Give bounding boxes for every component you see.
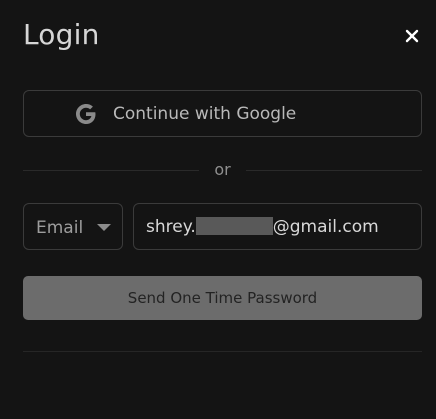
email-input[interactable]: shrey. @gmail.com: [133, 203, 422, 250]
chevron-down-icon: [97, 224, 111, 231]
email-value: shrey. @gmail.com: [146, 217, 379, 237]
continue-with-google-button[interactable]: Continue with Google: [23, 90, 422, 137]
dialog-title: Login: [23, 18, 100, 51]
divider-or-text: or: [214, 160, 231, 179]
close-icon: [405, 29, 419, 43]
send-otp-button[interactable]: Send One Time Password: [23, 276, 422, 320]
email-suffix: @gmail.com: [272, 217, 379, 237]
contact-type-value: Email: [36, 218, 84, 238]
google-icon: [76, 104, 96, 124]
divider-right: [246, 170, 422, 171]
redacted-block: [195, 217, 273, 235]
footer-divider: [23, 351, 422, 352]
google-button-label: Continue with Google: [113, 104, 297, 124]
divider-left: [23, 170, 199, 171]
contact-type-select[interactable]: Email: [23, 203, 123, 250]
send-otp-label: Send One Time Password: [127, 289, 318, 307]
close-button[interactable]: [398, 22, 426, 50]
email-prefix: shrey.: [146, 217, 196, 237]
login-dialog: Login Continue with Google or Email shre…: [0, 0, 436, 419]
